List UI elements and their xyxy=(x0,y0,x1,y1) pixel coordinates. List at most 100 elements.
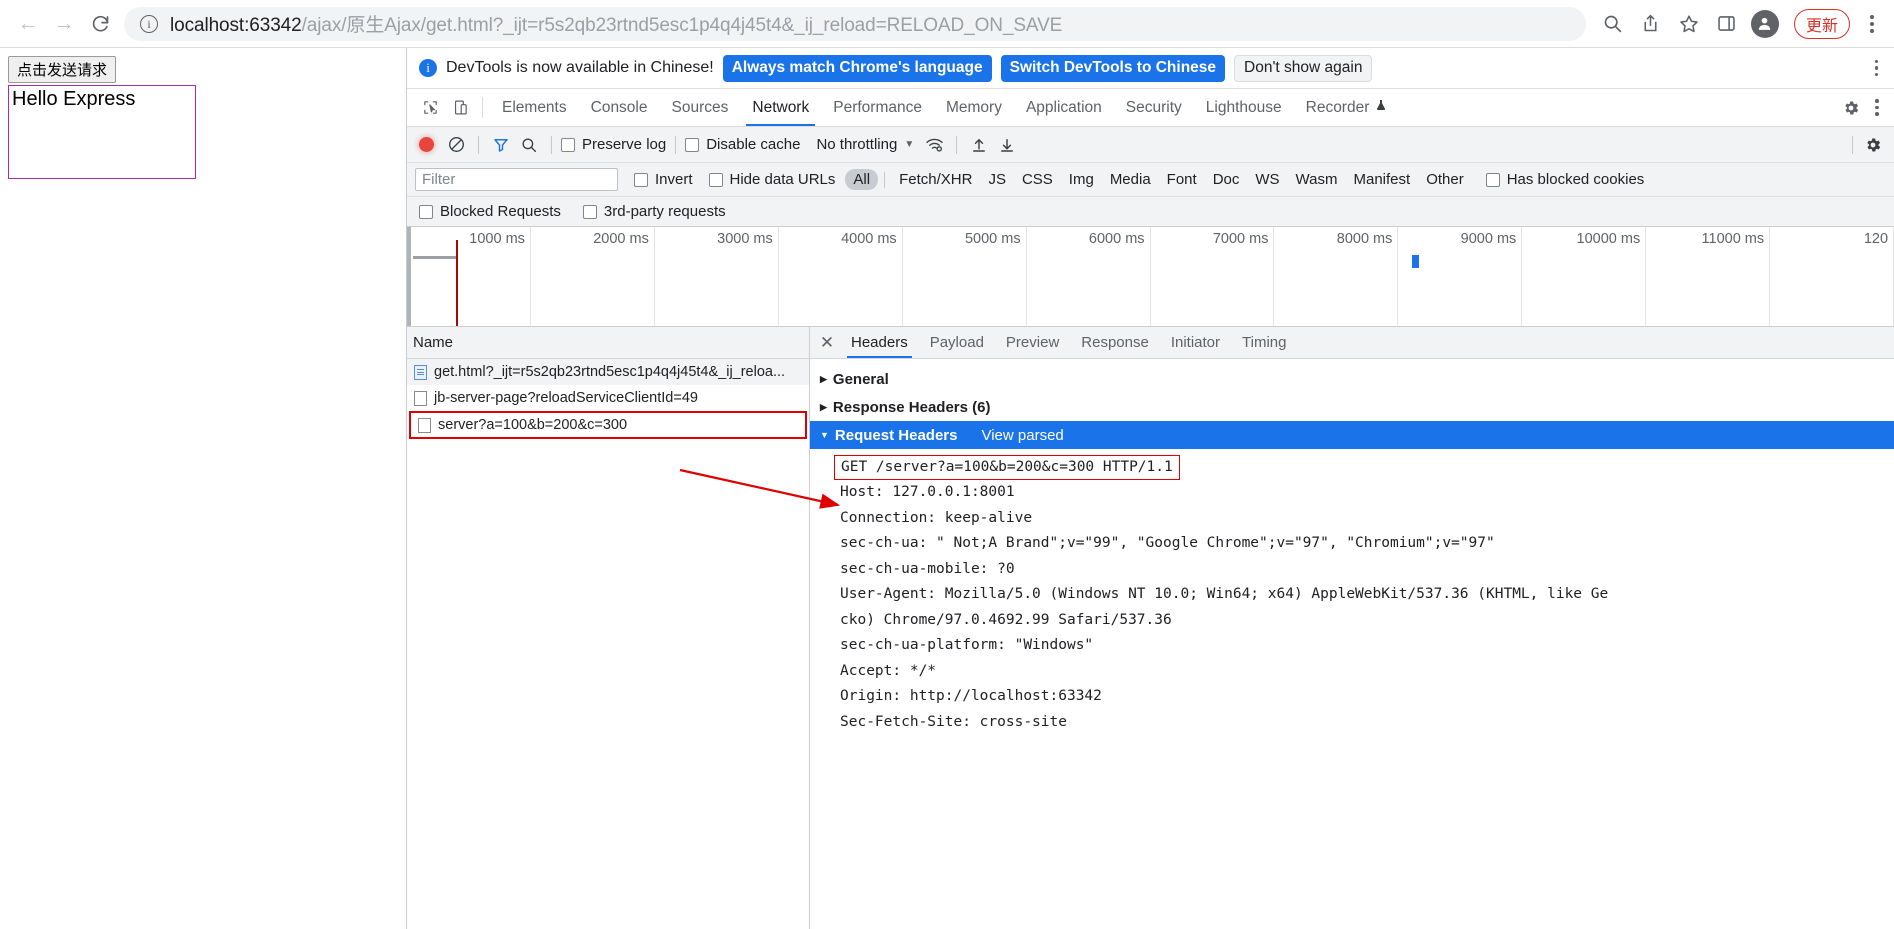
tab-sources[interactable]: Sources xyxy=(660,89,741,126)
timeline-tick-label: 11000 ms xyxy=(1701,231,1765,247)
filter-type-img[interactable]: Img xyxy=(1061,169,1102,190)
tab-response[interactable]: Response xyxy=(1070,327,1160,358)
network-lower-pane: Name get.html?_ijt=r5s2qb23rtnd5esc1p4q4… xyxy=(407,327,1894,929)
chevron-down-icon[interactable]: ▼ xyxy=(899,139,919,150)
tab-memory[interactable]: Memory xyxy=(934,89,1014,126)
request-row-jb-server-page[interactable]: jb-server-page?reloadServiceClientId=49 xyxy=(407,385,809,411)
section-general-title: General xyxy=(832,370,889,388)
checkbox-box xyxy=(708,172,723,187)
tab-application[interactable]: Application xyxy=(1014,89,1114,126)
disable-cache-checkbox[interactable]: Disable cache xyxy=(685,136,800,153)
has-blocked-cookies-checkbox[interactable]: Has blocked cookies xyxy=(1485,171,1644,188)
switch-devtools-chinese-button[interactable]: Switch DevTools to Chinese xyxy=(1000,54,1226,82)
preserve-log-checkbox[interactable]: Preserve log xyxy=(561,136,666,153)
tab-recorder[interactable]: Recorder xyxy=(1294,89,1400,126)
import-har-icon[interactable] xyxy=(966,132,992,158)
tab-network[interactable]: Network xyxy=(740,89,821,126)
request-list-column-header[interactable]: Name xyxy=(407,327,809,359)
device-toolbar-icon[interactable] xyxy=(445,89,475,126)
throttling-select[interactable]: No throttling xyxy=(816,136,897,153)
timeline-tick: 1000 ms xyxy=(407,227,531,326)
url-path: /ajax/原生Ajax/get.html?_ijt=r5s2qb23rtnd5… xyxy=(301,15,1063,36)
filter-type-js[interactable]: JS xyxy=(980,169,1014,190)
toolbar-divider xyxy=(675,135,677,154)
timeline-tick-label: 8000 ms xyxy=(1336,231,1393,247)
back-icon[interactable]: ← xyxy=(10,6,46,42)
update-button[interactable]: 更新 xyxy=(1793,8,1850,39)
devtools-more-icon[interactable] xyxy=(1866,99,1888,116)
filter-type-other[interactable]: Other xyxy=(1418,169,1472,190)
notice-more-icon[interactable] xyxy=(1867,59,1887,77)
record-button[interactable] xyxy=(419,137,434,152)
request-row-get-html[interactable]: get.html?_ijt=r5s2qb23rtnd5esc1p4q4j45t4… xyxy=(407,359,809,385)
filter-type-doc[interactable]: Doc xyxy=(1205,169,1248,190)
site-info-icon[interactable]: i xyxy=(140,14,158,33)
chrome-menu-icon[interactable] xyxy=(1860,14,1884,33)
third-party-requests-label: 3rd-party requests xyxy=(603,203,726,220)
timeline-tick-label: 120 xyxy=(1863,231,1889,247)
checkbox-box xyxy=(419,204,433,219)
filter-funnel-icon[interactable] xyxy=(488,132,514,158)
settings-gear-icon[interactable] xyxy=(1836,99,1866,117)
clear-icon[interactable] xyxy=(443,132,469,158)
reload-icon[interactable] xyxy=(82,6,118,42)
toolbar-divider xyxy=(482,97,483,118)
tab-performance[interactable]: Performance xyxy=(821,89,934,126)
search-icon[interactable] xyxy=(516,132,542,158)
invert-checkbox[interactable]: Invert xyxy=(634,171,693,188)
filter-type-fetch-xhr[interactable]: Fetch/XHR xyxy=(891,169,980,190)
column-header-name: Name xyxy=(413,334,454,351)
filter-type-css[interactable]: CSS xyxy=(1014,169,1061,190)
tab-lighthouse[interactable]: Lighthouse xyxy=(1194,89,1294,126)
search-icon[interactable] xyxy=(1596,7,1630,41)
request-row-name: server?a=100&b=200&c=300 xyxy=(438,417,628,433)
blocked-requests-checkbox[interactable]: Blocked Requests xyxy=(419,203,561,220)
inspect-element-icon[interactable] xyxy=(415,89,445,126)
tab-security[interactable]: Security xyxy=(1114,89,1194,126)
request-row-server[interactable]: server?a=100&b=200&c=300 xyxy=(409,411,807,439)
response-result-box: Hello Express xyxy=(8,85,196,179)
address-bar[interactable]: i localhost:63342/ajax/原生Ajax/get.html?_… xyxy=(124,6,1586,41)
forward-icon[interactable]: → xyxy=(46,6,82,42)
timeline-tick-label: 6000 ms xyxy=(1088,231,1145,247)
send-request-button[interactable]: 点击发送请求 xyxy=(8,56,117,83)
filter-type-all[interactable]: All xyxy=(845,169,879,190)
bookmark-star-icon[interactable] xyxy=(1672,7,1706,41)
share-icon[interactable] xyxy=(1634,7,1668,41)
filter-type-manifest[interactable]: Manifest xyxy=(1346,169,1419,190)
header-line-host: Host: 127.0.0.1:8001 xyxy=(840,484,1015,500)
hide-data-urls-checkbox[interactable]: Hide data URLs xyxy=(708,171,835,188)
filter-type-wasm[interactable]: Wasm xyxy=(1288,169,1346,190)
tab-console[interactable]: Console xyxy=(579,89,660,126)
third-party-requests-checkbox[interactable]: 3rd-party requests xyxy=(582,203,726,220)
tab-payload[interactable]: Payload xyxy=(919,327,995,358)
side-panel-icon[interactable] xyxy=(1710,7,1744,41)
network-settings-gear-icon[interactable] xyxy=(1860,132,1886,158)
network-overview-timeline[interactable]: 1000 ms 2000 ms 3000 ms 4000 ms 5000 ms … xyxy=(407,227,1894,327)
filter-type-media[interactable]: Media xyxy=(1102,169,1159,190)
export-har-icon[interactable] xyxy=(994,132,1020,158)
timeline-tick-label: 5000 ms xyxy=(964,231,1021,247)
profile-avatar[interactable] xyxy=(1748,7,1782,41)
main-area: 点击发送请求 Hello Express i DevTools is now a… xyxy=(0,47,1894,929)
tab-headers[interactable]: Headers xyxy=(840,327,919,358)
filter-type-font[interactable]: Font xyxy=(1159,169,1205,190)
tab-preview[interactable]: Preview xyxy=(995,327,1070,358)
tab-elements[interactable]: Elements xyxy=(490,89,579,126)
close-icon[interactable]: ✕ xyxy=(814,327,840,358)
request-details-pane: ✕ Headers Payload Preview Response Initi… xyxy=(810,327,1894,929)
filter-type-ws[interactable]: WS xyxy=(1247,169,1287,190)
checkbox-box xyxy=(582,204,597,219)
timeline-tick: 120 xyxy=(1770,227,1894,326)
section-request-headers[interactable]: ▼ Request Headers View parsed xyxy=(810,421,1894,449)
section-response-headers[interactable]: ▶ Response Headers (6) xyxy=(810,393,1894,421)
dont-show-again-button[interactable]: Don't show again xyxy=(1234,54,1373,82)
tab-timing[interactable]: Timing xyxy=(1231,327,1297,358)
tab-initiator[interactable]: Initiator xyxy=(1160,327,1231,358)
always-match-language-button[interactable]: Always match Chrome's language xyxy=(722,54,992,82)
timeline-tick-label: 1000 ms xyxy=(469,231,525,247)
view-parsed-link[interactable]: View parsed xyxy=(981,427,1063,444)
network-conditions-icon[interactable] xyxy=(921,132,947,158)
filter-input[interactable]: Filter xyxy=(415,168,618,191)
section-general[interactable]: ▶ General xyxy=(810,365,1894,393)
